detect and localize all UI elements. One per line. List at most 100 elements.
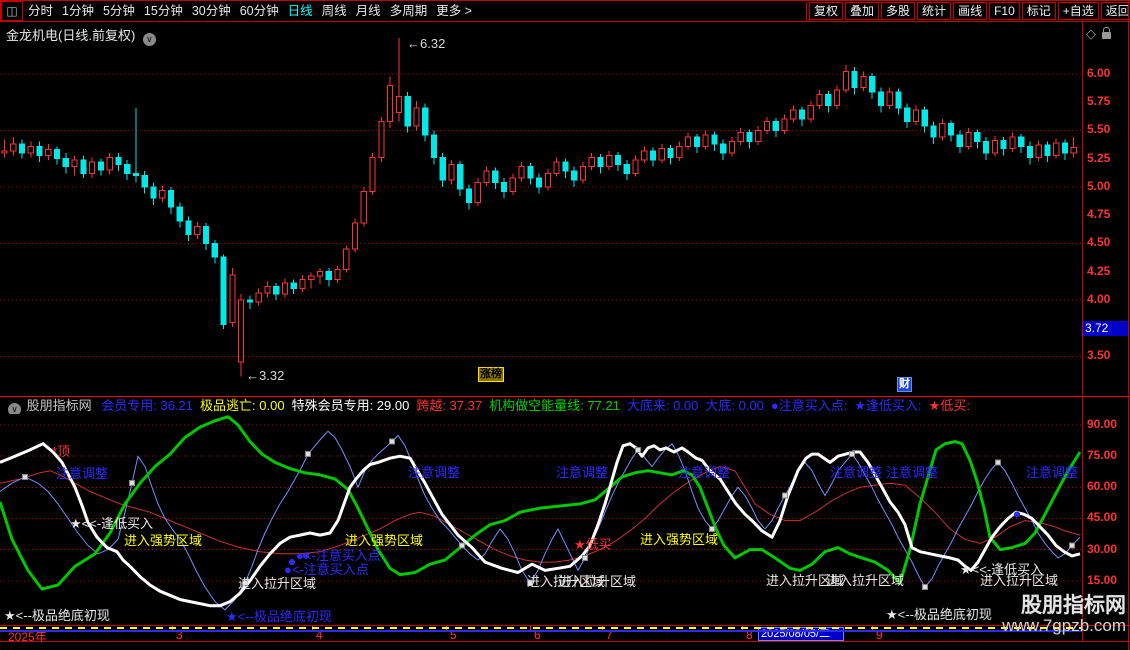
tool-标记[interactable]: 标记	[1021, 2, 1056, 20]
last-price-badge: 3.72	[1083, 321, 1129, 337]
period-menu: 分时 1分钟 5分钟 15分钟 30分钟 60分钟 日线 周线 月线 多周期 更多 >	[28, 1, 481, 21]
indicator-field: 跨越: 37.37	[416, 398, 483, 413]
indicator-annotation: 注意调整	[678, 465, 730, 480]
indicator-annotation: 进入拉升区域	[980, 573, 1058, 588]
period-15分钟[interactable]: 15分钟	[144, 4, 183, 18]
indicator-annotation: ★<--极品绝底初现	[4, 608, 110, 623]
tool-统计[interactable]: 统计	[917, 2, 952, 20]
tool-+自选[interactable]: +自选	[1057, 2, 1099, 20]
indicator-chart[interactable]: *顶注意调整 ★<<-逢低买入进入强势区域进入拉升区域 ★<--极品绝底初现 ★<--…	[0, 396, 1082, 625]
indicator-field: ★逢低买入:	[854, 398, 922, 413]
top-toolbar: ◫ 分时 1分钟 5分钟 15分钟 30分钟 60分钟 日线 周线 月线 多周期 更多 > 复权 叠加…	[0, 1, 1130, 21]
price-label-4.50: 4.50	[1087, 235, 1111, 250]
collapse-chart-icon[interactable]: ∨	[142, 33, 156, 46]
indicator-field: 大底来: 0.00	[626, 398, 699, 413]
indicator-annotation: ★<--极品绝底初现	[886, 607, 992, 622]
price-label-5.50: 5.50	[1087, 122, 1111, 137]
ind-label-60.00: 60.00	[1087, 479, 1118, 494]
svg-text:←3.32: ←3.32	[246, 368, 284, 383]
ind-label-45.00: 45.00	[1087, 510, 1118, 525]
event-badge-财[interactable]: 财	[897, 377, 912, 392]
indicator-annotation: 进入强势区域	[345, 533, 423, 548]
indicator-annotation: 进入拉升区域	[826, 573, 904, 588]
svg-text:←6.32: ←6.32	[407, 36, 445, 51]
period-分时[interactable]: 分时	[28, 4, 53, 18]
indicator-annotation: *顶	[52, 444, 70, 459]
period-周线[interactable]: 周线	[322, 4, 347, 18]
diamond-icon[interactable]: ◇	[1086, 26, 1096, 42]
period-多周期[interactable]: 多周期	[390, 4, 428, 18]
main-chart[interactable]: ←6.32 ←3.32	[0, 22, 1082, 396]
axis-left-border	[1082, 21, 1083, 641]
watermark-url: www.7gpzb.com	[1002, 616, 1126, 636]
indicator-annotation: ●<-注意买入点	[296, 548, 381, 563]
indicator-field: 机构做空能量线: 77.21	[489, 398, 620, 413]
price-label-5.25: 5.25	[1087, 150, 1111, 165]
price-label-5.00: 5.00	[1087, 178, 1111, 193]
period-60分钟[interactable]: 60分钟	[240, 4, 279, 18]
price-label-3.50: 3.50	[1087, 348, 1111, 363]
chart-title-row: 金龙机电(日线.前复权) ∨	[6, 25, 156, 46]
indicator-annotation: 注意调整	[830, 465, 882, 480]
period-更多 >[interactable]: 更多 >	[436, 4, 472, 18]
indicator-annotation: 进入强势区域	[640, 532, 718, 547]
jipin-zero-line	[0, 627, 1082, 629]
indicator-annotation: 注意调整	[556, 465, 608, 480]
left-border	[0, 0, 1, 21]
price-label-4.25: 4.25	[1087, 263, 1111, 278]
indicator-field: 极品逃亡: 0.00	[200, 398, 285, 413]
tool-多股[interactable]: 多股	[881, 2, 916, 20]
collapse-pane-icon[interactable]: ∨	[8, 403, 21, 414]
indicator-annotation: 进入强势区域	[124, 533, 202, 548]
symbol-title: 金龙机电(日线.前复权)	[6, 28, 136, 43]
indicator-annotation: 注意调整	[408, 465, 460, 480]
indicator-annotation: 注意调整	[56, 466, 108, 481]
price-label-4.75: 4.75	[1087, 207, 1111, 222]
indicator-field: 会员专用: 36.21	[101, 398, 194, 413]
period-30分钟[interactable]: 30分钟	[192, 4, 231, 18]
tool-返回[interactable]: 返回	[1100, 2, 1130, 20]
period-5分钟[interactable]: 5分钟	[103, 4, 135, 18]
indicator-field: ●注意买入点:	[770, 398, 848, 413]
right-border	[1128, 0, 1129, 650]
window-icon[interactable]: ◫	[1, 1, 23, 21]
indicator-pane-title: 股朋指标网	[26, 398, 92, 413]
indicator-annotation: 进入拉升区域	[558, 574, 636, 589]
ind-label-75.00: 75.00	[1087, 448, 1118, 463]
top-border	[0, 0, 1130, 1]
period-月线[interactable]: 月线	[356, 4, 381, 18]
watermark: 股朋指标网 www.7gpzb.com	[1002, 594, 1126, 636]
tdx-app: ◫ 分时 1分钟 5分钟 15分钟 30分钟 60分钟 日线 周线 月线 多周期 更多 > 复权 叠加…	[0, 0, 1130, 650]
indicator-annotation: ★<<-逢低买入	[70, 516, 153, 531]
indicator-annotation: ●<-注意买入点	[284, 562, 369, 577]
ind-label-30.00: 30.00	[1087, 541, 1118, 556]
tool-F10[interactable]: F10	[989, 2, 1020, 20]
toolbar-buttons: 复权 叠加 多股 统计 画线 F10 标记 +自选 返回	[809, 1, 1130, 21]
tool-画线[interactable]: 画线	[953, 2, 988, 20]
tool-复权[interactable]: 复权	[809, 2, 844, 20]
indicator-field: 大底: 0.00	[705, 398, 764, 413]
watermark-site-name: 股朋指标网	[1021, 594, 1126, 617]
event-badge-涨榜[interactable]: 涨榜	[478, 367, 504, 382]
indicator-field: 特殊会员专用: 29.00	[291, 398, 410, 413]
price-label-6.00: 6.00	[1087, 66, 1111, 80]
chart-corner-icons: ◇	[1086, 26, 1111, 42]
indicator-annotation: 注意调整	[1026, 465, 1078, 480]
indicator-annotation: ★低买	[574, 537, 612, 552]
price-label-5.75: 5.75	[1087, 94, 1111, 109]
period-1分钟[interactable]: 1分钟	[62, 4, 94, 18]
indicator-annotation: 注意调整	[886, 465, 938, 480]
indicator-header: ∨ 股朋指标网 会员专用: 36.21 极品逃亡: 0.00 特殊会员专用: 29.…	[4, 398, 1080, 414]
indicator-field: ★低买:	[928, 398, 970, 413]
period-日线[interactable]: 日线	[288, 4, 313, 18]
toolbar-separator	[806, 2, 807, 21]
price-label-4.00: 4.00	[1087, 291, 1111, 306]
ind-label-90.00: 90.00	[1087, 417, 1118, 431]
date-axis-bottom-border	[0, 641, 1130, 642]
ind-label-15.00: 15.00	[1087, 572, 1118, 587]
indicator-annotation: 进入拉升区域	[238, 576, 316, 591]
indicator-annotation: ★<--极品绝底初现	[226, 609, 332, 624]
tool-叠加[interactable]: 叠加	[845, 2, 880, 20]
dadi-zero-line	[0, 630, 1082, 632]
lock-icon[interactable]	[1102, 27, 1111, 39]
